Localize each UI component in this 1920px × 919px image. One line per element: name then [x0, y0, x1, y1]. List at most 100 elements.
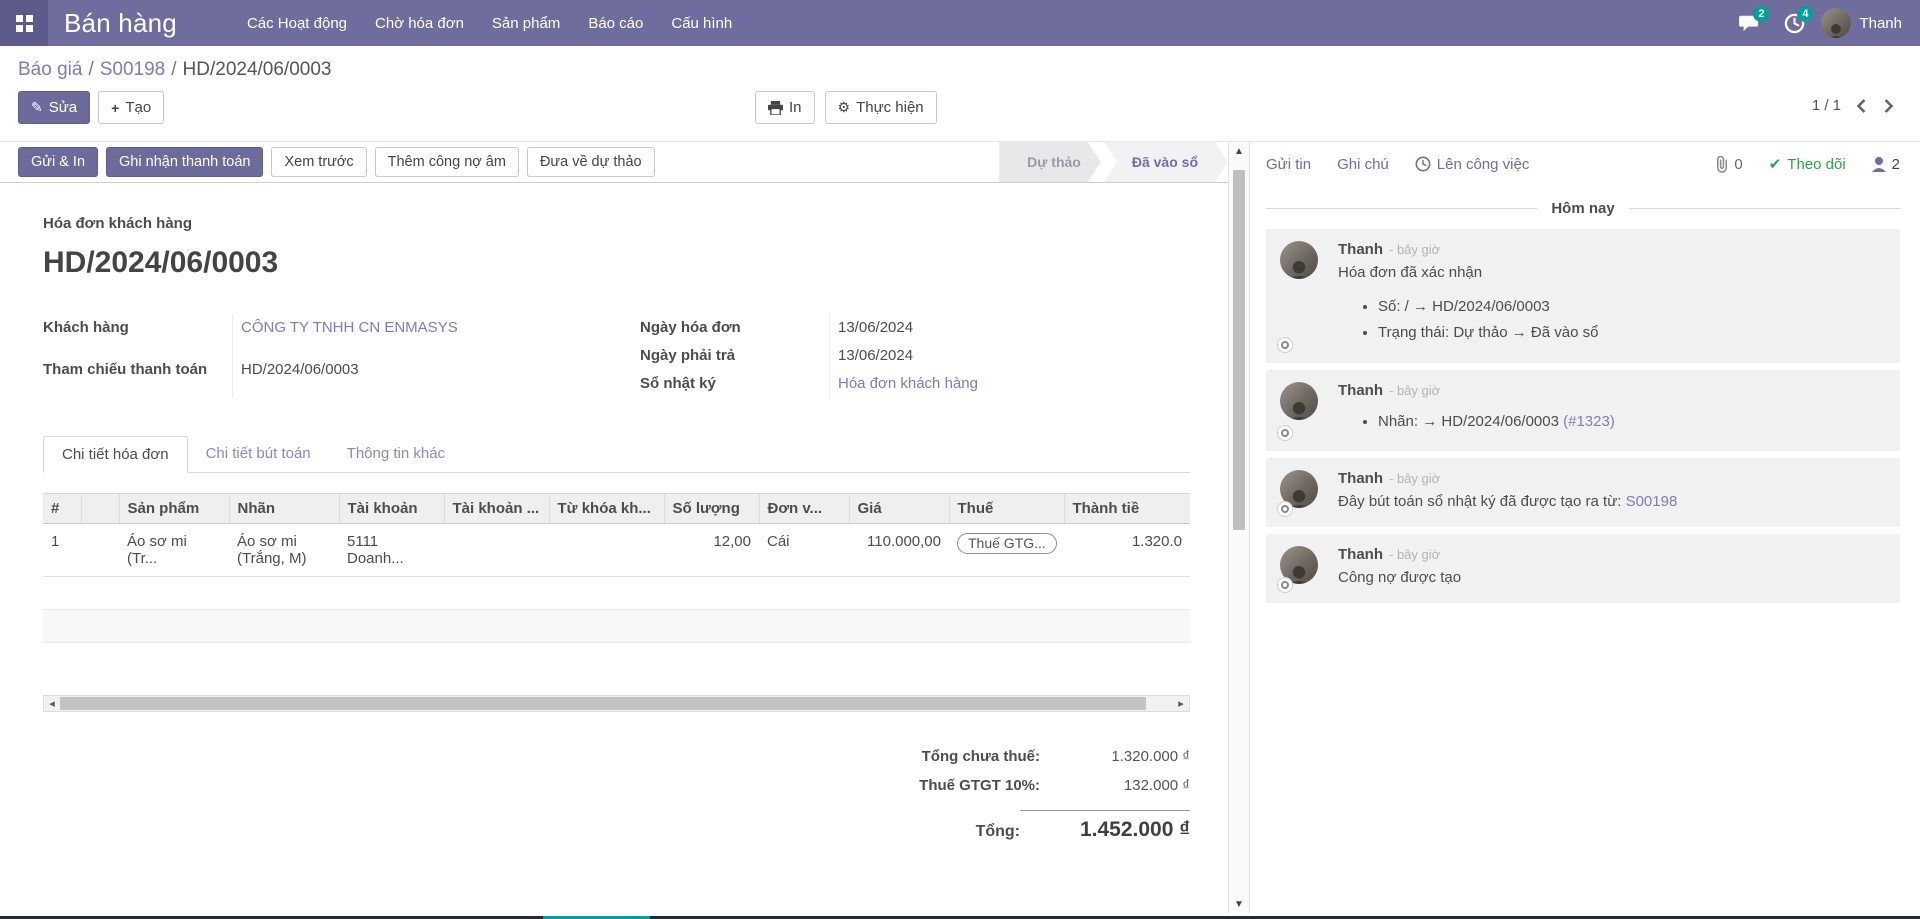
field-label: Khách hàng [43, 314, 233, 356]
followers-button[interactable]: 2 [1872, 156, 1900, 173]
attachments-button[interactable]: 0 [1715, 156, 1742, 173]
message-author-avatar [1280, 241, 1318, 279]
attachments-count: 0 [1734, 156, 1742, 173]
schedule-activity-button[interactable]: Lên công việc [1415, 156, 1530, 173]
menu-item-1[interactable]: Chờ hóa đơn [361, 0, 478, 46]
column-header[interactable]: Giá [849, 494, 949, 524]
field-value[interactable]: Hóa đơn khách hàng [830, 370, 1200, 398]
main-menu: Các Hoạt độngChờ hóa đơnSản phẩmBáo cáoC… [233, 0, 746, 46]
actions-row: ✎ Sửa + Tạo In ⚙ Thực hiện [18, 91, 1920, 141]
tax-badge[interactable]: Thuế GTG... [957, 533, 1057, 554]
message-time: - bây giờ [1389, 547, 1440, 562]
scroll-up-arrow-icon[interactable]: ▲ [1229, 142, 1249, 160]
message-body: Đây bút toán sổ nhật ký đã được tạo ra t… [1338, 491, 1886, 513]
workflow-button-0[interactable]: Gửi & In [18, 147, 98, 177]
menu-item-4[interactable]: Cấu hình [657, 0, 746, 46]
totals-block: Tổng chưa thuế:1.320.000 ₫Thuế GTGT 10%:… [830, 742, 1190, 848]
chatter-toolbar: Gửi tin Ghi chú Lên công việc 0 ✔ [1266, 142, 1900, 186]
table-cell: 1 [43, 524, 81, 577]
workflow-button-1[interactable]: Ghi nhận thanh toán [106, 147, 263, 177]
state-inactive[interactable]: Dự thảo [999, 142, 1101, 182]
action-gear-button[interactable]: ⚙ Thực hiện [825, 91, 937, 124]
messages-icon[interactable]: 2 [1733, 6, 1767, 40]
field-value: 13/06/2024 [830, 342, 1200, 370]
total-value: 1.320.000 ₫ [1040, 748, 1190, 765]
column-header[interactable]: Nhãn [229, 494, 339, 524]
printer-icon [768, 101, 783, 115]
column-header[interactable]: Tài khoản [339, 494, 444, 524]
scroll-left-arrow-icon[interactable]: ◂ [44, 696, 60, 711]
message-author[interactable]: Thanh [1338, 546, 1383, 563]
follow-label: Theo dõi [1787, 156, 1845, 173]
total-label: Tổng chưa thuế: [830, 748, 1040, 765]
column-header[interactable]: Thuế [949, 494, 1064, 524]
message-link[interactable]: S00198 [1626, 493, 1678, 510]
column-header[interactable] [81, 494, 119, 524]
message-author[interactable]: Thanh [1338, 241, 1383, 258]
field-value[interactable]: CÔNG TY TNHH CN ENMASYS [233, 314, 603, 356]
field-value: 13/06/2024 [830, 314, 1200, 342]
workflow-button-2[interactable]: Xem trước [271, 147, 366, 177]
activities-icon[interactable]: 4 [1777, 6, 1811, 40]
workflow-button-3[interactable]: Thêm công nợ âm [375, 147, 519, 177]
horizontal-scrollbar[interactable]: ◂ ▸ [43, 695, 1190, 712]
notebook-tabs: Chi tiết hóa đơnChi tiết bút toánThông t… [43, 436, 1190, 473]
column-header[interactable]: # [43, 494, 81, 524]
column-header[interactable]: Thành tiề [1064, 494, 1190, 524]
state-active[interactable]: Đã vào sổ [1104, 142, 1228, 182]
breadcrumb-item-1[interactable]: S00198 [100, 59, 166, 80]
tab-2[interactable]: Thông tin khác [329, 436, 463, 472]
user-menu[interactable]: Thanh [1821, 8, 1902, 38]
scroll-down-arrow-icon[interactable]: ▼ [1229, 895, 1249, 913]
edit-button[interactable]: ✎ Sửa [18, 91, 90, 124]
pager-previous-button[interactable] [1855, 98, 1868, 114]
tab-1[interactable]: Chi tiết bút toán [188, 436, 329, 472]
vertical-scroll-thumb[interactable] [1233, 170, 1245, 530]
create-button[interactable]: + Tạo [98, 91, 164, 124]
print-button[interactable]: In [755, 91, 815, 124]
horizontal-scroll-thumb[interactable] [60, 697, 1146, 710]
invoice-lines-table: # Sản phẩmNhãnTài khoảnTài khoản ...Từ kh… [43, 493, 1190, 643]
workflow-button-4[interactable]: Đưa về dự thảo [527, 147, 655, 177]
menu-item-3[interactable]: Báo cáo [574, 0, 657, 46]
chatter: Gửi tin Ghi chú Lên công việc 0 ✔ [1250, 142, 1920, 913]
field-value: HD/2024/06/0003 [233, 356, 603, 398]
column-header[interactable]: Từ khóa kh... [549, 494, 664, 524]
vertical-scrollbar[interactable]: ▲ ▼ [1228, 142, 1250, 913]
message: Thanh- bây giờĐây bút toán sổ nhật ký đã… [1266, 458, 1900, 527]
menu-item-0[interactable]: Các Hoạt động [233, 0, 361, 46]
chevron-right-icon [1882, 98, 1895, 114]
message-author[interactable]: Thanh [1338, 470, 1383, 487]
scroll-right-arrow-icon[interactable]: ▸ [1173, 696, 1189, 711]
document-type-label: Hóa đơn khách hàng [43, 215, 1228, 232]
user-name: Thanh [1859, 15, 1902, 32]
grand-total-label: Tổng: [830, 823, 1020, 841]
main-content: Gửi & In Ghi nhận thanh toán Xem trước Thêm… [0, 141, 1920, 913]
create-button-label: Tạo [125, 99, 151, 116]
column-header[interactable]: Số lượng [664, 494, 759, 524]
message-list: Thanh- bây giờHóa đơn đã xác nhậnSố: / →… [1266, 229, 1900, 603]
person-icon [1872, 157, 1886, 172]
apps-menu-icon[interactable] [0, 0, 48, 46]
column-header[interactable]: Tài khoản ... [444, 494, 549, 524]
edit-button-label: Sửa [49, 99, 77, 116]
pager-next-button[interactable] [1882, 98, 1895, 114]
gear-icon: ⚙ [838, 99, 851, 116]
clock-icon [1415, 156, 1431, 172]
message: Thanh- bây giờCông nợ được tạo [1266, 534, 1900, 603]
breadcrumb-item-0[interactable]: Báo giá [18, 59, 82, 80]
app-name[interactable]: Bán hàng [48, 8, 193, 39]
table-row[interactable]: 1Áo sơ mi (Tr...Áo sơ mi (Trắng, M)5111 … [43, 524, 1190, 577]
menu-item-2[interactable]: Sản phẩm [478, 0, 574, 46]
column-header[interactable]: Sản phẩm [119, 494, 229, 524]
send-message-button[interactable]: Gửi tin [1266, 156, 1311, 173]
tracking-change: Số: / → HD/2024/06/0003 [1378, 296, 1886, 319]
message-author[interactable]: Thanh [1338, 382, 1383, 399]
follow-button[interactable]: ✔ Theo dõi [1769, 155, 1846, 173]
message-link[interactable]: (#1323) [1563, 413, 1615, 430]
log-note-button[interactable]: Ghi chú [1337, 156, 1389, 173]
field-label: Ngày hóa đơn [640, 314, 830, 342]
column-header[interactable]: Đơn v... [759, 494, 849, 524]
table-cell: 5111 Doanh... [339, 524, 444, 577]
tab-0[interactable]: Chi tiết hóa đơn [43, 436, 188, 473]
